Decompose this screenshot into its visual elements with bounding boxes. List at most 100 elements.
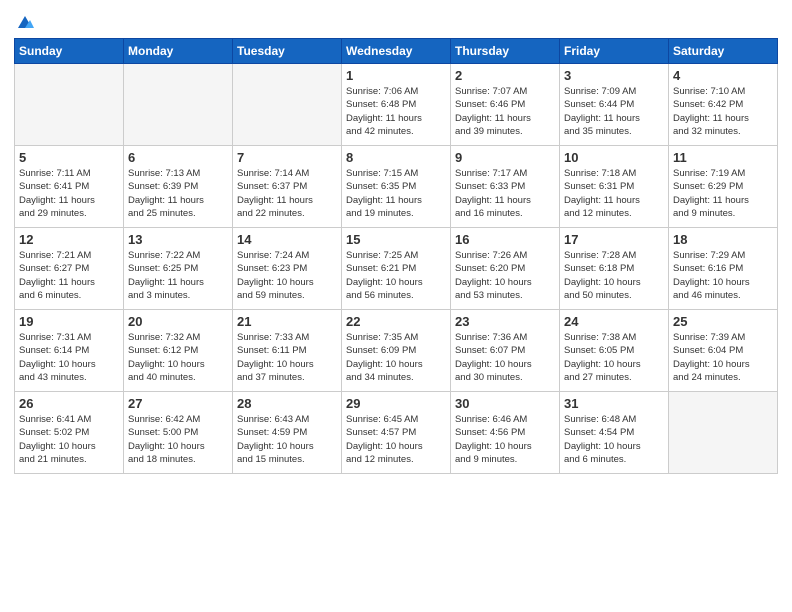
day-info: Sunrise: 7:32 AMSunset: 6:12 PMDaylight:… bbox=[128, 331, 228, 384]
day-info: Sunrise: 6:43 AMSunset: 4:59 PMDaylight:… bbox=[237, 413, 337, 466]
day-header-wednesday: Wednesday bbox=[342, 39, 451, 64]
calendar-cell: 16Sunrise: 7:26 AMSunset: 6:20 PMDayligh… bbox=[451, 228, 560, 310]
day-info: Sunrise: 7:15 AMSunset: 6:35 PMDaylight:… bbox=[346, 167, 446, 220]
day-info: Sunrise: 7:18 AMSunset: 6:31 PMDaylight:… bbox=[564, 167, 664, 220]
day-number: 22 bbox=[346, 314, 446, 329]
calendar-cell: 30 Sunrise: 6:46 AMSunset: 4:56 PMDayligh… bbox=[451, 392, 560, 474]
day-info: Sunrise: 7:25 AMSunset: 6:21 PMDaylight:… bbox=[346, 249, 446, 302]
calendar-cell bbox=[15, 64, 124, 146]
calendar-cell: 3 Sunrise: 7:09 AMSunset: 6:44 PMDaylight… bbox=[560, 64, 669, 146]
day-number: 18 bbox=[673, 232, 773, 247]
calendar-cell: 18 Sunrise: 7:29 AMSunset: 6:16 PMDayligh… bbox=[669, 228, 778, 310]
calendar-cell: 27 Sunrise: 6:42 AMSunset: 5:00 PMDayligh… bbox=[124, 392, 233, 474]
day-info: Sunrise: 6:41 AMSunset: 5:02 PMDaylight:… bbox=[19, 413, 119, 466]
calendar-cell: 15 Sunrise: 7:25 AMSunset: 6:21 PMDayligh… bbox=[342, 228, 451, 310]
calendar-cell: 21Sunrise: 7:33 AMSunset: 6:11 PMDayligh… bbox=[233, 310, 342, 392]
calendar-cell: 10 Sunrise: 7:18 AMSunset: 6:31 PMDayligh… bbox=[560, 146, 669, 228]
logo bbox=[14, 14, 34, 32]
calendar-cell: 14 Sunrise: 7:24 AMSunset: 6:23 PMDayligh… bbox=[233, 228, 342, 310]
day-info: Sunrise: 7:13 AMSunset: 6:39 PMDaylight:… bbox=[128, 167, 228, 220]
header bbox=[14, 10, 778, 32]
day-number: 13 bbox=[128, 232, 228, 247]
day-info: Sunrise: 7:06 AMSunset: 6:48 PMDaylight:… bbox=[346, 85, 446, 138]
day-number: 17 bbox=[564, 232, 664, 247]
day-info: Sunrise: 7:17 AMSunset: 6:33 PMDaylight:… bbox=[455, 167, 555, 220]
calendar-cell: 31Sunrise: 6:48 AMSunset: 4:54 PMDayligh… bbox=[560, 392, 669, 474]
day-info: Sunrise: 7:29 AMSunset: 6:16 PMDaylight:… bbox=[673, 249, 773, 302]
calendar-cell: 25 Sunrise: 7:39 AMSunset: 6:04 PMDayligh… bbox=[669, 310, 778, 392]
calendar-cell: 11 Sunrise: 7:19 AMSunset: 6:29 PMDayligh… bbox=[669, 146, 778, 228]
week-row-4: 19Sunrise: 7:31 AMSunset: 6:14 PMDayligh… bbox=[15, 310, 778, 392]
day-info: Sunrise: 7:33 AMSunset: 6:11 PMDaylight:… bbox=[237, 331, 337, 384]
day-info: Sunrise: 7:22 AMSunset: 6:25 PMDaylight:… bbox=[128, 249, 228, 302]
day-number: 9 bbox=[455, 150, 555, 165]
day-info: Sunrise: 7:26 AMSunset: 6:20 PMDaylight:… bbox=[455, 249, 555, 302]
week-row-3: 12 Sunrise: 7:21 AMSunset: 6:27 PMDayligh… bbox=[15, 228, 778, 310]
day-info: Sunrise: 7:35 AMSunset: 6:09 PMDaylight:… bbox=[346, 331, 446, 384]
week-row-5: 26 Sunrise: 6:41 AMSunset: 5:02 PMDayligh… bbox=[15, 392, 778, 474]
calendar-cell: 2 Sunrise: 7:07 AMSunset: 6:46 PMDaylight… bbox=[451, 64, 560, 146]
day-info: Sunrise: 6:45 AMSunset: 4:57 PMDaylight:… bbox=[346, 413, 446, 466]
day-number: 7 bbox=[237, 150, 337, 165]
calendar-cell: 20Sunrise: 7:32 AMSunset: 6:12 PMDayligh… bbox=[124, 310, 233, 392]
day-number: 8 bbox=[346, 150, 446, 165]
day-number: 29 bbox=[346, 396, 446, 411]
calendar-cell: 7 Sunrise: 7:14 AMSunset: 6:37 PMDaylight… bbox=[233, 146, 342, 228]
day-info: Sunrise: 7:31 AMSunset: 6:14 PMDaylight:… bbox=[19, 331, 119, 384]
day-header-saturday: Saturday bbox=[669, 39, 778, 64]
week-row-2: 5Sunrise: 7:11 AMSunset: 6:41 PMDaylight… bbox=[15, 146, 778, 228]
day-number: 10 bbox=[564, 150, 664, 165]
week-row-1: 1 Sunrise: 7:06 AMSunset: 6:48 PMDaylight… bbox=[15, 64, 778, 146]
calendar-cell: 17Sunrise: 7:28 AMSunset: 6:18 PMDayligh… bbox=[560, 228, 669, 310]
day-info: Sunrise: 7:24 AMSunset: 6:23 PMDaylight:… bbox=[237, 249, 337, 302]
calendar-cell: 5Sunrise: 7:11 AMSunset: 6:41 PMDaylight… bbox=[15, 146, 124, 228]
day-number: 2 bbox=[455, 68, 555, 83]
day-info: Sunrise: 7:10 AMSunset: 6:42 PMDaylight:… bbox=[673, 85, 773, 138]
day-number: 28 bbox=[237, 396, 337, 411]
calendar-cell: 22 Sunrise: 7:35 AMSunset: 6:09 PMDayligh… bbox=[342, 310, 451, 392]
day-number: 15 bbox=[346, 232, 446, 247]
calendar-cell bbox=[124, 64, 233, 146]
calendar-cell: 23 Sunrise: 7:36 AMSunset: 6:07 PMDayligh… bbox=[451, 310, 560, 392]
day-info: Sunrise: 7:19 AMSunset: 6:29 PMDaylight:… bbox=[673, 167, 773, 220]
day-number: 24 bbox=[564, 314, 664, 329]
day-info: Sunrise: 7:09 AMSunset: 6:44 PMDaylight:… bbox=[564, 85, 664, 138]
day-number: 31 bbox=[564, 396, 664, 411]
day-number: 3 bbox=[564, 68, 664, 83]
day-number: 4 bbox=[673, 68, 773, 83]
day-number: 26 bbox=[19, 396, 119, 411]
calendar-cell: 24Sunrise: 7:38 AMSunset: 6:05 PMDayligh… bbox=[560, 310, 669, 392]
day-number: 11 bbox=[673, 150, 773, 165]
day-number: 25 bbox=[673, 314, 773, 329]
calendar-cell: 9 Sunrise: 7:17 AMSunset: 6:33 PMDaylight… bbox=[451, 146, 560, 228]
day-info: Sunrise: 6:46 AMSunset: 4:56 PMDaylight:… bbox=[455, 413, 555, 466]
day-header-monday: Monday bbox=[124, 39, 233, 64]
logo-icon bbox=[16, 14, 34, 32]
day-number: 12 bbox=[19, 232, 119, 247]
calendar-cell: 6 Sunrise: 7:13 AMSunset: 6:39 PMDaylight… bbox=[124, 146, 233, 228]
day-header-sunday: Sunday bbox=[15, 39, 124, 64]
calendar-cell bbox=[669, 392, 778, 474]
day-info: Sunrise: 7:39 AMSunset: 6:04 PMDaylight:… bbox=[673, 331, 773, 384]
calendar-cell: 13 Sunrise: 7:22 AMSunset: 6:25 PMDayligh… bbox=[124, 228, 233, 310]
calendar-cell: 4 Sunrise: 7:10 AMSunset: 6:42 PMDaylight… bbox=[669, 64, 778, 146]
day-info: Sunrise: 6:42 AMSunset: 5:00 PMDaylight:… bbox=[128, 413, 228, 466]
calendar-table: SundayMondayTuesdayWednesdayThursdayFrid… bbox=[14, 38, 778, 474]
calendar-page: SundayMondayTuesdayWednesdayThursdayFrid… bbox=[0, 0, 792, 612]
calendar-cell: 1 Sunrise: 7:06 AMSunset: 6:48 PMDaylight… bbox=[342, 64, 451, 146]
calendar-cell: 29 Sunrise: 6:45 AMSunset: 4:57 PMDayligh… bbox=[342, 392, 451, 474]
day-number: 5 bbox=[19, 150, 119, 165]
calendar-cell: 28 Sunrise: 6:43 AMSunset: 4:59 PMDayligh… bbox=[233, 392, 342, 474]
calendar-cell bbox=[233, 64, 342, 146]
day-info: Sunrise: 7:14 AMSunset: 6:37 PMDaylight:… bbox=[237, 167, 337, 220]
day-info: Sunrise: 7:07 AMSunset: 6:46 PMDaylight:… bbox=[455, 85, 555, 138]
day-number: 30 bbox=[455, 396, 555, 411]
day-info: Sunrise: 7:21 AMSunset: 6:27 PMDaylight:… bbox=[19, 249, 119, 302]
day-number: 6 bbox=[128, 150, 228, 165]
calendar-cell: 26 Sunrise: 6:41 AMSunset: 5:02 PMDayligh… bbox=[15, 392, 124, 474]
day-info: Sunrise: 7:36 AMSunset: 6:07 PMDaylight:… bbox=[455, 331, 555, 384]
day-number: 23 bbox=[455, 314, 555, 329]
day-number: 14 bbox=[237, 232, 337, 247]
day-number: 1 bbox=[346, 68, 446, 83]
day-number: 27 bbox=[128, 396, 228, 411]
